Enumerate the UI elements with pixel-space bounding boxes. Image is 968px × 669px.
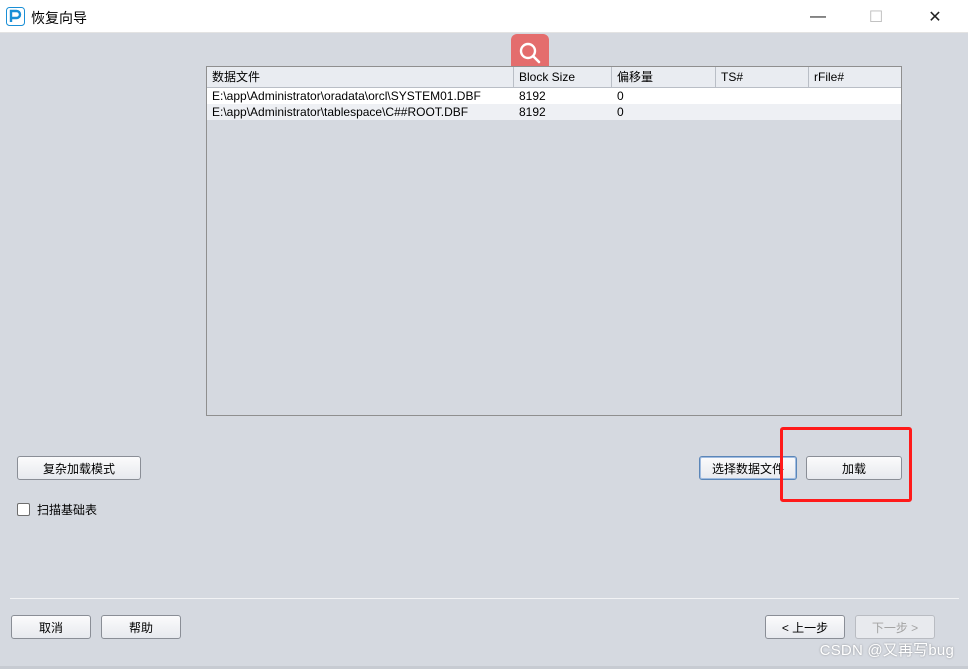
help-button[interactable]: 帮助 [101, 615, 181, 639]
column-header-rfile[interactable]: rFile# [809, 67, 901, 87]
watermark: CSDN @又再写bug [819, 642, 954, 659]
cell-offset: 0 [617, 89, 624, 103]
column-header-block-size[interactable]: Block Size [514, 67, 612, 87]
footer-divider [10, 598, 959, 599]
cell-ts [716, 104, 809, 120]
cell-datafile: E:\app\Administrator\oradata\orcl\SYSTEM… [212, 89, 481, 103]
table-header: 数据文件 Block Size 偏移量 TS# rFile# [207, 67, 901, 88]
maximize-icon[interactable]: ☐ [853, 0, 899, 33]
title-bar: 恢复向导 — ☐ ✕ [0, 0, 968, 33]
cell-block-size: 8192 [519, 89, 546, 103]
cell-rfile [809, 88, 901, 104]
highlight-annotation [780, 427, 912, 502]
scan-base-tables-label: 扫描基础表 [37, 502, 98, 517]
table-row[interactable]: E:\app\Administrator\tablespace\C##ROOT.… [207, 104, 901, 120]
cell-rfile [809, 104, 901, 120]
scan-base-tables-checkbox[interactable] [17, 502, 30, 516]
prev-step-button[interactable]: < 上一步 [765, 615, 845, 639]
complex-load-mode-button[interactable]: 复杂加载模式 [17, 456, 141, 480]
search-icon [519, 42, 541, 64]
column-header-offset[interactable]: 偏移量 [612, 67, 716, 87]
next-step-button[interactable]: 下一步 > [855, 615, 935, 639]
close-icon[interactable]: ✕ [912, 0, 958, 33]
cell-offset: 0 [617, 105, 624, 119]
window-title: 恢复向导 [31, 10, 87, 26]
cell-block-size: 8192 [519, 105, 546, 119]
app-logo-icon [6, 7, 25, 26]
column-header-datafile[interactable]: 数据文件 [207, 67, 514, 87]
scan-base-tables-option[interactable]: 扫描基础表 [17, 501, 97, 517]
minimize-icon[interactable]: — [795, 0, 841, 33]
table-row[interactable]: E:\app\Administrator\oradata\orcl\SYSTEM… [207, 88, 901, 104]
datafile-table[interactable]: 数据文件 Block Size 偏移量 TS# rFile# E:\app\Ad… [206, 66, 902, 416]
cell-datafile: E:\app\Administrator\tablespace\C##ROOT.… [212, 105, 469, 119]
cancel-button[interactable]: 取消 [11, 615, 91, 639]
cell-ts [716, 88, 809, 104]
column-header-ts[interactable]: TS# [716, 67, 809, 87]
